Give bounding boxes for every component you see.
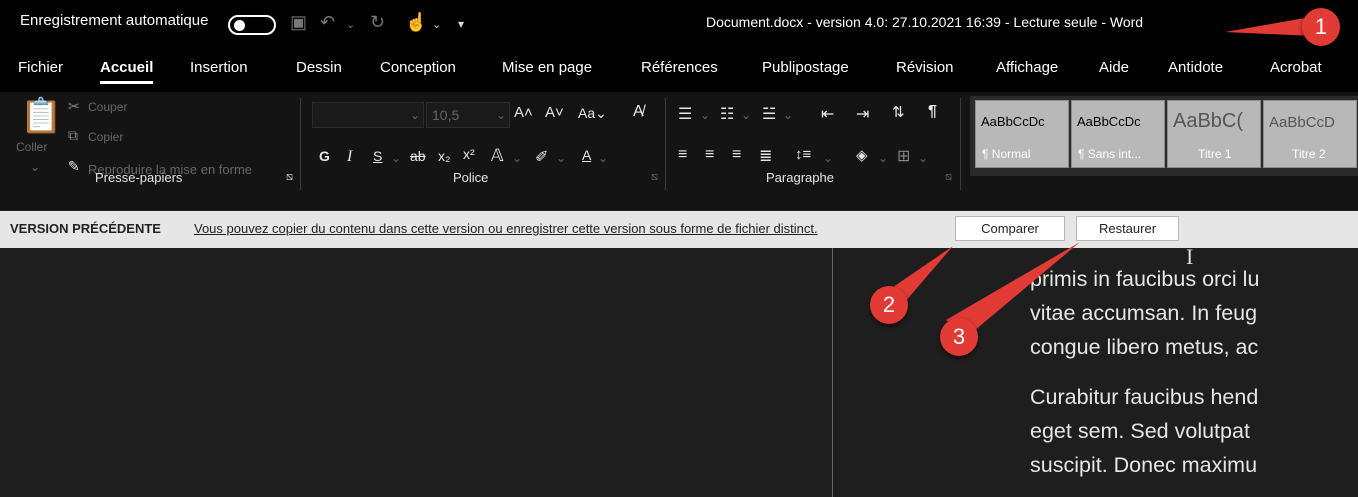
arrow-1	[1225, 18, 1313, 36]
callout-1: 1	[1302, 8, 1340, 46]
callout-2: 2	[870, 286, 908, 324]
annotation-arrows	[880, 18, 1313, 336]
callout-3: 3	[940, 318, 978, 356]
